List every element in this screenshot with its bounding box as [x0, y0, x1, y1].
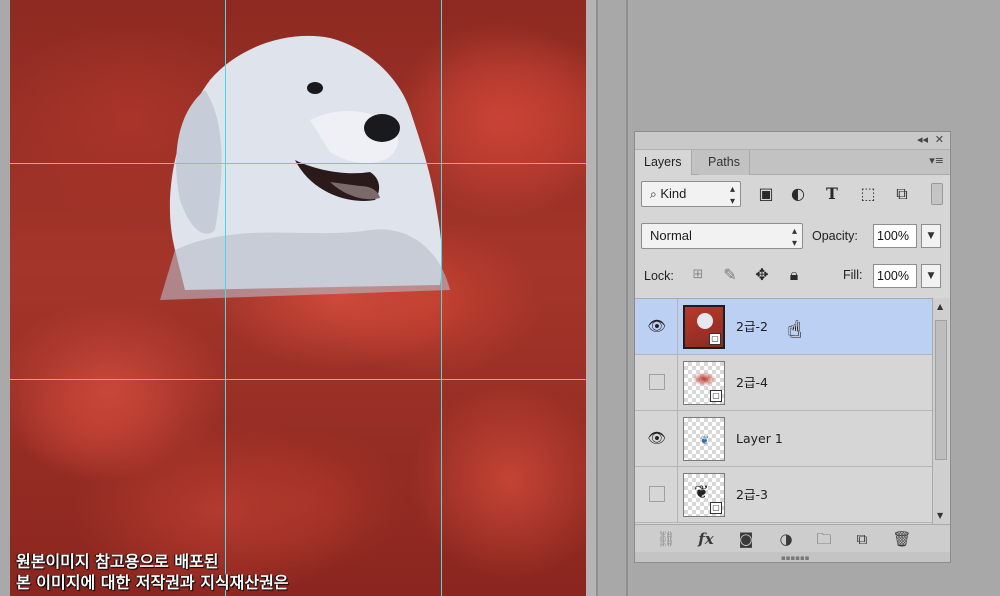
- fill-input[interactable]: 100%: [873, 264, 917, 288]
- smart-object-badge-icon: ▢: [709, 333, 721, 345]
- layers-list[interactable]: 👁︎ ▢ 2급-2 ▢ 2급-4 👁︎ ❦ Layer 1 ❦ ▢ 2급-3: [635, 298, 932, 524]
- guide-horizontal: [10, 163, 586, 164]
- link-layers-icon[interactable]: ⛓︎: [655, 529, 677, 549]
- layers-panel: ◂◂ ✕ Layers Paths ▾≡ ⌕ Kind ▴ ▾ ▣ ◐ T ⬚ ⧉…: [634, 131, 951, 563]
- thumb-dog: [697, 313, 713, 329]
- eye-icon[interactable]: 👁︎: [647, 429, 667, 447]
- new-layer-icon[interactable]: ⧉: [851, 529, 873, 549]
- thumb-butterfly: ❦: [700, 434, 710, 447]
- scroll-down-icon[interactable]: ▼: [937, 511, 943, 520]
- document-image[interactable]: 원본이미지 참고용으로 배포된 본 이미지에 대한 저작권과 지식재산권은: [10, 0, 586, 596]
- layer-thumbnail[interactable]: ❦ ▢: [683, 473, 725, 517]
- lock-image-icon[interactable]: ✎: [719, 262, 741, 288]
- panel-title-bar[interactable]: ◂◂ ✕: [635, 132, 950, 150]
- caption-line: 원본이미지 참고용으로 배포된: [16, 552, 219, 571]
- new-group-icon[interactable]: 🗀︎: [813, 529, 835, 549]
- visibility-toggle-empty[interactable]: [649, 486, 665, 502]
- smart-object-filter-icon[interactable]: ⧉: [891, 181, 913, 207]
- blend-mode-value: Normal: [650, 228, 692, 243]
- tab-paths[interactable]: Paths: [699, 150, 750, 175]
- filter-toggle-icon[interactable]: [931, 183, 943, 205]
- opacity-input[interactable]: 100%: [873, 224, 917, 248]
- layer-row[interactable]: 👁︎ ▢ 2급-2: [635, 299, 932, 355]
- panel-menu-icon[interactable]: ▾≡: [929, 154, 944, 167]
- caption-line: 본 이미지에 대한 저작권과 지식재산권은: [16, 573, 289, 592]
- opacity-label: Opacity:: [812, 229, 858, 243]
- layer-row[interactable]: 👁︎ ❦ Layer 1: [635, 411, 932, 467]
- adjustment-filter-icon[interactable]: ◐: [787, 181, 809, 207]
- visibility-toggle-empty[interactable]: [649, 374, 665, 390]
- add-mask-icon[interactable]: ◙: [735, 529, 757, 549]
- shape-filter-icon[interactable]: ⬚: [857, 181, 879, 207]
- guide-horizontal: [10, 379, 586, 380]
- document-canvas-area[interactable]: 원본이미지 참고용으로 배포된 본 이미지에 대한 저작권과 지식재산권은: [0, 0, 596, 596]
- lock-label: Lock:: [644, 269, 674, 283]
- workspace-divider: [596, 0, 598, 596]
- layer-thumbnail[interactable]: ▢: [683, 305, 725, 349]
- canvas-margin: [586, 0, 596, 596]
- opacity-dropdown-button[interactable]: ▼: [921, 224, 941, 248]
- canvas-margin: [0, 0, 10, 596]
- fill-dropdown-button[interactable]: ▼: [921, 264, 941, 288]
- layer-row[interactable]: ▢ 2급-4: [635, 355, 932, 411]
- guide-vertical: [225, 0, 226, 596]
- fill-label: Fill:: [843, 268, 863, 282]
- chevron-updown-icon: ▴ ▾: [791, 226, 797, 249]
- lock-row: Lock: ⊞ ✎ ✥ 🔒︎ Fill: 100% ▼: [635, 262, 950, 290]
- blend-row: Normal ▴ ▾ Opacity: 100% ▼: [635, 223, 950, 251]
- photoshop-workspace: 원본이미지 참고용으로 배포된 본 이미지에 대한 저작권과 지식재산권은 ◂◂…: [0, 0, 1000, 596]
- layer-name[interactable]: Layer 1: [736, 411, 783, 467]
- hand-cursor-icon: ☝︎: [788, 318, 802, 343]
- filter-kind-label: Kind: [660, 186, 687, 201]
- scrollbar-thumb[interactable]: [935, 320, 947, 460]
- adjustment-layer-icon[interactable]: ◑: [775, 529, 797, 549]
- layers-bottom-toolbar: ⛓︎ fx ◙ ◑ 🗀︎ ⧉ 🗑︎: [635, 524, 950, 552]
- panel-tabs: Layers Paths ▾≡: [635, 150, 950, 175]
- layer-name[interactable]: 2급-4: [736, 355, 768, 411]
- layer-thumbnail[interactable]: ❦: [683, 417, 725, 461]
- filter-kind-select[interactable]: ⌕ Kind ▴ ▾: [641, 181, 741, 207]
- blend-mode-select[interactable]: Normal ▴ ▾: [641, 223, 803, 249]
- lock-position-icon[interactable]: ✥: [751, 262, 773, 288]
- type-filter-icon[interactable]: T: [821, 181, 843, 207]
- layer-separator: [677, 411, 678, 467]
- layer-name[interactable]: 2급-3: [736, 467, 768, 523]
- workspace-divider: [626, 0, 628, 596]
- layer-name[interactable]: 2급-2: [736, 299, 768, 355]
- tab-layers[interactable]: Layers: [635, 150, 692, 175]
- lock-transparent-icon[interactable]: ⊞: [687, 262, 709, 288]
- image-caption: 원본이미지 참고용으로 배포된 본 이미지에 대한 저작권과 지식재산권은: [16, 551, 436, 593]
- fx-icon[interactable]: fx: [695, 529, 717, 549]
- scroll-up-icon[interactable]: ▲: [937, 302, 943, 311]
- thumb-butterfly: ❦: [694, 482, 710, 503]
- chevron-updown-icon: ▴ ▾: [729, 184, 735, 207]
- panel-resize-grip[interactable]: ▪▪▪▪▪▪: [635, 552, 950, 562]
- image-filter-icon[interactable]: ▣: [755, 181, 777, 207]
- layers-scrollbar[interactable]: ▲ ▼: [932, 298, 950, 524]
- layer-separator: [677, 355, 678, 411]
- layer-separator: [677, 299, 678, 355]
- grip-dots: ▪▪▪▪▪▪: [781, 554, 810, 562]
- collapse-icon[interactable]: ◂◂: [917, 133, 928, 146]
- thumb-flowers: [692, 372, 716, 386]
- close-icon[interactable]: ✕: [935, 133, 944, 146]
- smart-object-badge-icon: ▢: [710, 502, 722, 514]
- smart-object-badge-icon: ▢: [710, 390, 722, 402]
- layer-separator: [677, 467, 678, 523]
- layer-row[interactable]: ❦ ▢ 2급-3: [635, 467, 932, 523]
- dog-illustration: [160, 35, 450, 300]
- lock-all-icon[interactable]: 🔒︎: [783, 262, 805, 288]
- filter-row: ⌕ Kind ▴ ▾ ▣ ◐ T ⬚ ⧉: [635, 181, 950, 209]
- eye-icon[interactable]: 👁︎: [647, 317, 667, 335]
- search-icon: ⌕: [650, 187, 657, 201]
- guide-vertical: [441, 0, 442, 596]
- layer-thumbnail[interactable]: ▢: [683, 361, 725, 405]
- trash-icon[interactable]: 🗑︎: [891, 529, 913, 549]
